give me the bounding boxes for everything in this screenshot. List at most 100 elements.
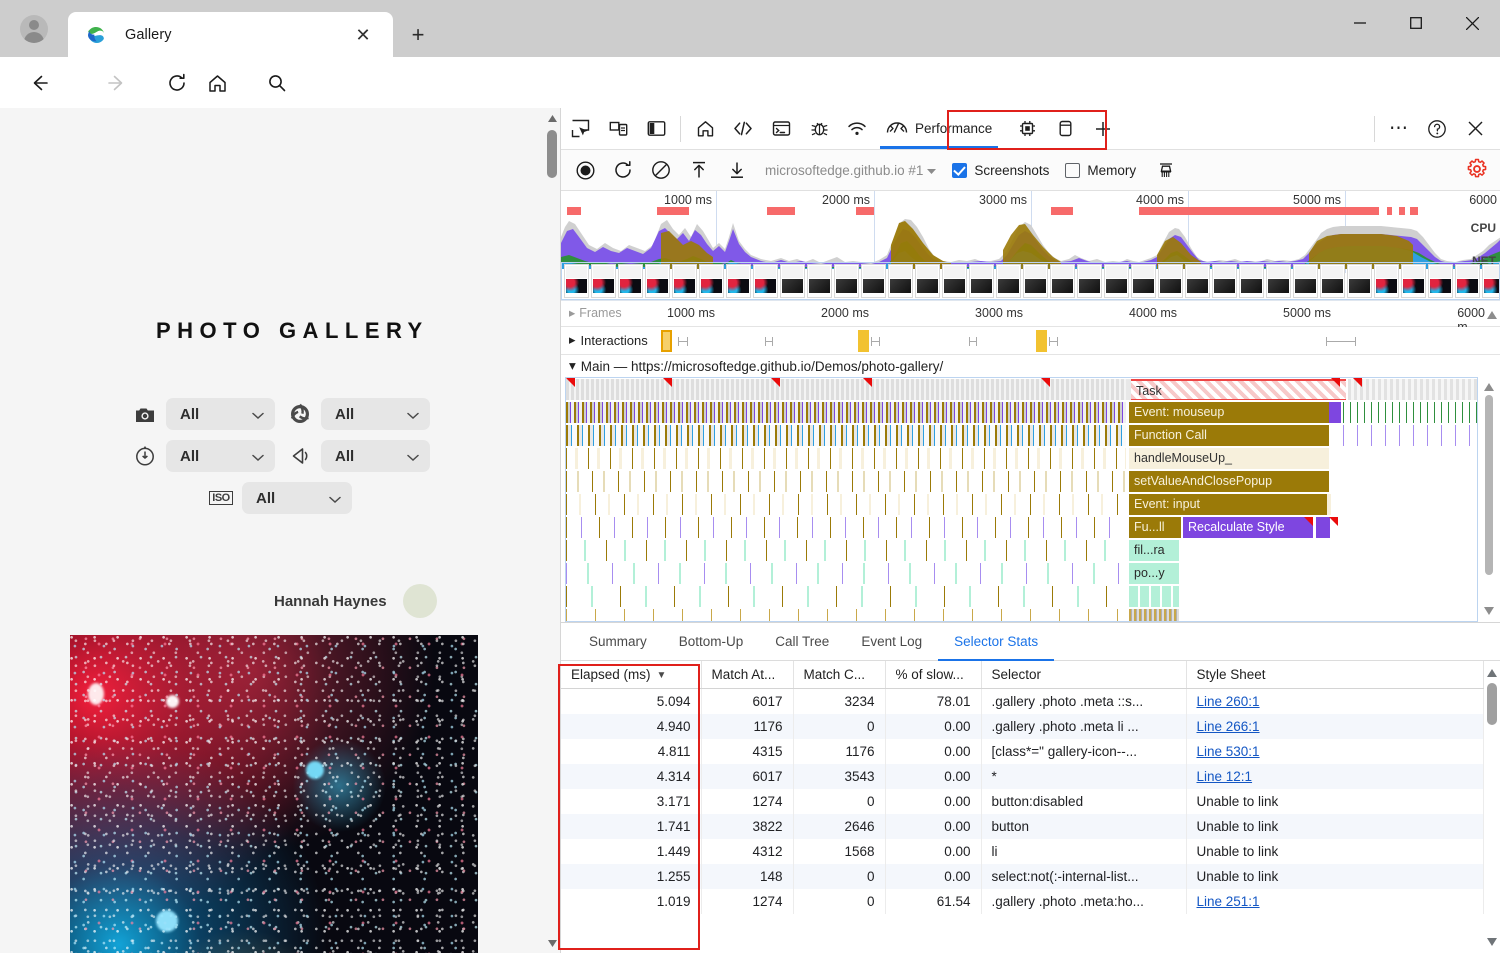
filmstrip-frame[interactable]: [645, 264, 670, 298]
profile-button[interactable]: [14, 13, 54, 45]
reload-and-record-button[interactable]: [605, 153, 641, 187]
interaction-marker[interactable]: [858, 330, 869, 352]
new-tab-button[interactable]: +: [403, 21, 433, 49]
screenshots-filmstrip[interactable]: [561, 262, 1500, 300]
tab-event-log[interactable]: Event Log: [845, 623, 938, 660]
gallery-photo[interactable]: [70, 635, 478, 953]
interaction-marker[interactable]: [661, 330, 672, 352]
table-row[interactable]: 1.449431215680.00liUnable to link: [561, 839, 1484, 864]
cell-stylesheet[interactable]: Line 530:1: [1186, 739, 1484, 764]
console-tab-icon[interactable]: [762, 110, 800, 148]
tab-performance[interactable]: Performance: [876, 108, 1002, 149]
search-icon[interactable]: [260, 66, 294, 100]
column-header-match-attempts[interactable]: Match At...: [701, 661, 793, 689]
cell-stylesheet[interactable]: Line 260:1: [1186, 689, 1484, 715]
filmstrip-frame[interactable]: [1320, 264, 1345, 298]
interaction-marker-small[interactable]: [1326, 337, 1356, 346]
filter-flash-select[interactable]: All: [321, 440, 430, 472]
filter-aperture-select[interactable]: All: [321, 398, 430, 430]
maximize-button[interactable]: [1388, 0, 1444, 46]
flamechart-scroll-thumb[interactable]: [1485, 395, 1493, 575]
filmstrip-frame[interactable]: [753, 264, 778, 298]
filmstrip-frame[interactable]: [591, 264, 616, 298]
filmstrip-frame[interactable]: [618, 264, 643, 298]
interaction-marker[interactable]: [1036, 330, 1047, 352]
main-thread-flamechart[interactable]: ▾ Main — https://microsoftedge.github.io…: [561, 355, 1500, 623]
capture-settings-gear-icon[interactable]: [1466, 158, 1488, 183]
stylesheet-link[interactable]: Line 266:1: [1197, 719, 1260, 734]
interactions-track-header[interactable]: ▸ Interactions: [569, 332, 648, 348]
home-icon[interactable]: [200, 66, 234, 100]
scroll-down-arrow-icon[interactable]: [544, 935, 560, 951]
clear-recording-button[interactable]: [643, 153, 679, 187]
interaction-marker-small[interactable]: [871, 337, 880, 346]
interaction-marker-small[interactable]: [1049, 337, 1058, 346]
selector-stats-table[interactable]: Elapsed (ms)▼ Match At... Match C... % o…: [561, 661, 1484, 914]
filmstrip-frame[interactable]: [564, 264, 589, 298]
table-row[interactable]: 1.0191274061.54.gallery .photo .meta:ho.…: [561, 889, 1484, 914]
scroll-up-arrow-icon[interactable]: [1487, 307, 1497, 322]
filmstrip-frame[interactable]: [915, 264, 940, 298]
browser-tab-gallery[interactable]: Gallery ✕: [68, 12, 393, 57]
inspect-element-icon[interactable]: [561, 110, 599, 148]
memory-tab-icon[interactable]: [1008, 110, 1046, 148]
filmstrip-frame[interactable]: [699, 264, 724, 298]
page-scroll-thumb[interactable]: [547, 130, 557, 178]
load-profile-button[interactable]: [681, 153, 717, 187]
scroll-down-arrow-icon[interactable]: [1487, 934, 1497, 949]
device-toolbar-icon[interactable]: [599, 110, 637, 148]
reload-icon[interactable]: [160, 66, 194, 100]
cell-stylesheet[interactable]: Line 251:1: [1186, 889, 1484, 914]
table-row[interactable]: 4.940117600.00.gallery .photo .meta li .…: [561, 714, 1484, 739]
column-header-selector[interactable]: Selector: [981, 661, 1186, 689]
filmstrip-frame[interactable]: [726, 264, 751, 298]
tab-bottom-up[interactable]: Bottom-Up: [663, 623, 760, 660]
scroll-up-arrow-icon[interactable]: [544, 110, 560, 126]
memory-checkbox[interactable]: Memory: [1065, 163, 1136, 178]
scroll-up-arrow-icon[interactable]: [1487, 665, 1497, 680]
tab-call-tree[interactable]: Call Tree: [759, 623, 845, 660]
flamechart-scrollbar[interactable]: [1482, 379, 1496, 620]
stylesheet-link[interactable]: Line 260:1: [1197, 694, 1260, 709]
devtools-more-options-icon[interactable]: ⋯: [1380, 110, 1418, 148]
table-row[interactable]: 4.811431511760.00[class*=" gallery-icon-…: [561, 739, 1484, 764]
filmstrip-frame[interactable]: [1347, 264, 1372, 298]
filmstrip-frame[interactable]: [1131, 264, 1156, 298]
filmstrip-frame[interactable]: [672, 264, 697, 298]
devtools-help-icon[interactable]: [1418, 110, 1456, 148]
scroll-down-arrow-icon[interactable]: [1484, 603, 1494, 618]
column-header-stylesheet[interactable]: Style Sheet: [1186, 661, 1484, 689]
filmstrip-frame[interactable]: [1077, 264, 1102, 298]
column-header-match-count[interactable]: Match C...: [793, 661, 885, 689]
table-row[interactable]: 1.25514800.00select:not(:-internal-list.…: [561, 864, 1484, 889]
tab-summary[interactable]: Summary: [573, 623, 663, 660]
more-tools-add-icon[interactable]: [1084, 110, 1122, 148]
filmstrip-frame[interactable]: [1401, 264, 1426, 298]
elements-tab-icon[interactable]: [724, 110, 762, 148]
flamechart-canvas[interactable]: Task Event: mouseup Function Call handle…: [565, 377, 1478, 622]
network-tab-icon[interactable]: [838, 110, 876, 148]
sources-debug-tab-icon[interactable]: [800, 110, 838, 148]
filmstrip-frame[interactable]: [969, 264, 994, 298]
stylesheet-link[interactable]: Line 251:1: [1197, 894, 1260, 909]
table-row[interactable]: 3.171127400.00button:disabledUnable to l…: [561, 789, 1484, 814]
table-row[interactable]: 1.741382226460.00buttonUnable to link: [561, 814, 1484, 839]
filter-camera-select[interactable]: All: [166, 398, 275, 430]
table-scroll-thumb[interactable]: [1487, 683, 1497, 725]
filmstrip-frame[interactable]: [807, 264, 832, 298]
table-row[interactable]: 4.314601735430.00*Line 12:1: [561, 764, 1484, 789]
cell-stylesheet[interactable]: Line 12:1: [1186, 764, 1484, 789]
minimize-button[interactable]: [1332, 0, 1388, 46]
filmstrip-frame[interactable]: [1158, 264, 1183, 298]
close-window-button[interactable]: [1444, 0, 1500, 46]
record-button[interactable]: [567, 153, 603, 187]
filmstrip-frame[interactable]: [1428, 264, 1453, 298]
filter-iso-select[interactable]: All: [242, 482, 352, 514]
stylesheet-link[interactable]: Line 12:1: [1197, 769, 1253, 784]
frames-track-header[interactable]: ▸ Frames: [569, 305, 622, 320]
cell-stylesheet[interactable]: Line 266:1: [1186, 714, 1484, 739]
filmstrip-frame[interactable]: [1185, 264, 1210, 298]
screenshots-checkbox[interactable]: Screenshots: [952, 163, 1049, 178]
filmstrip-frame[interactable]: [1239, 264, 1264, 298]
save-profile-button[interactable]: [719, 153, 755, 187]
